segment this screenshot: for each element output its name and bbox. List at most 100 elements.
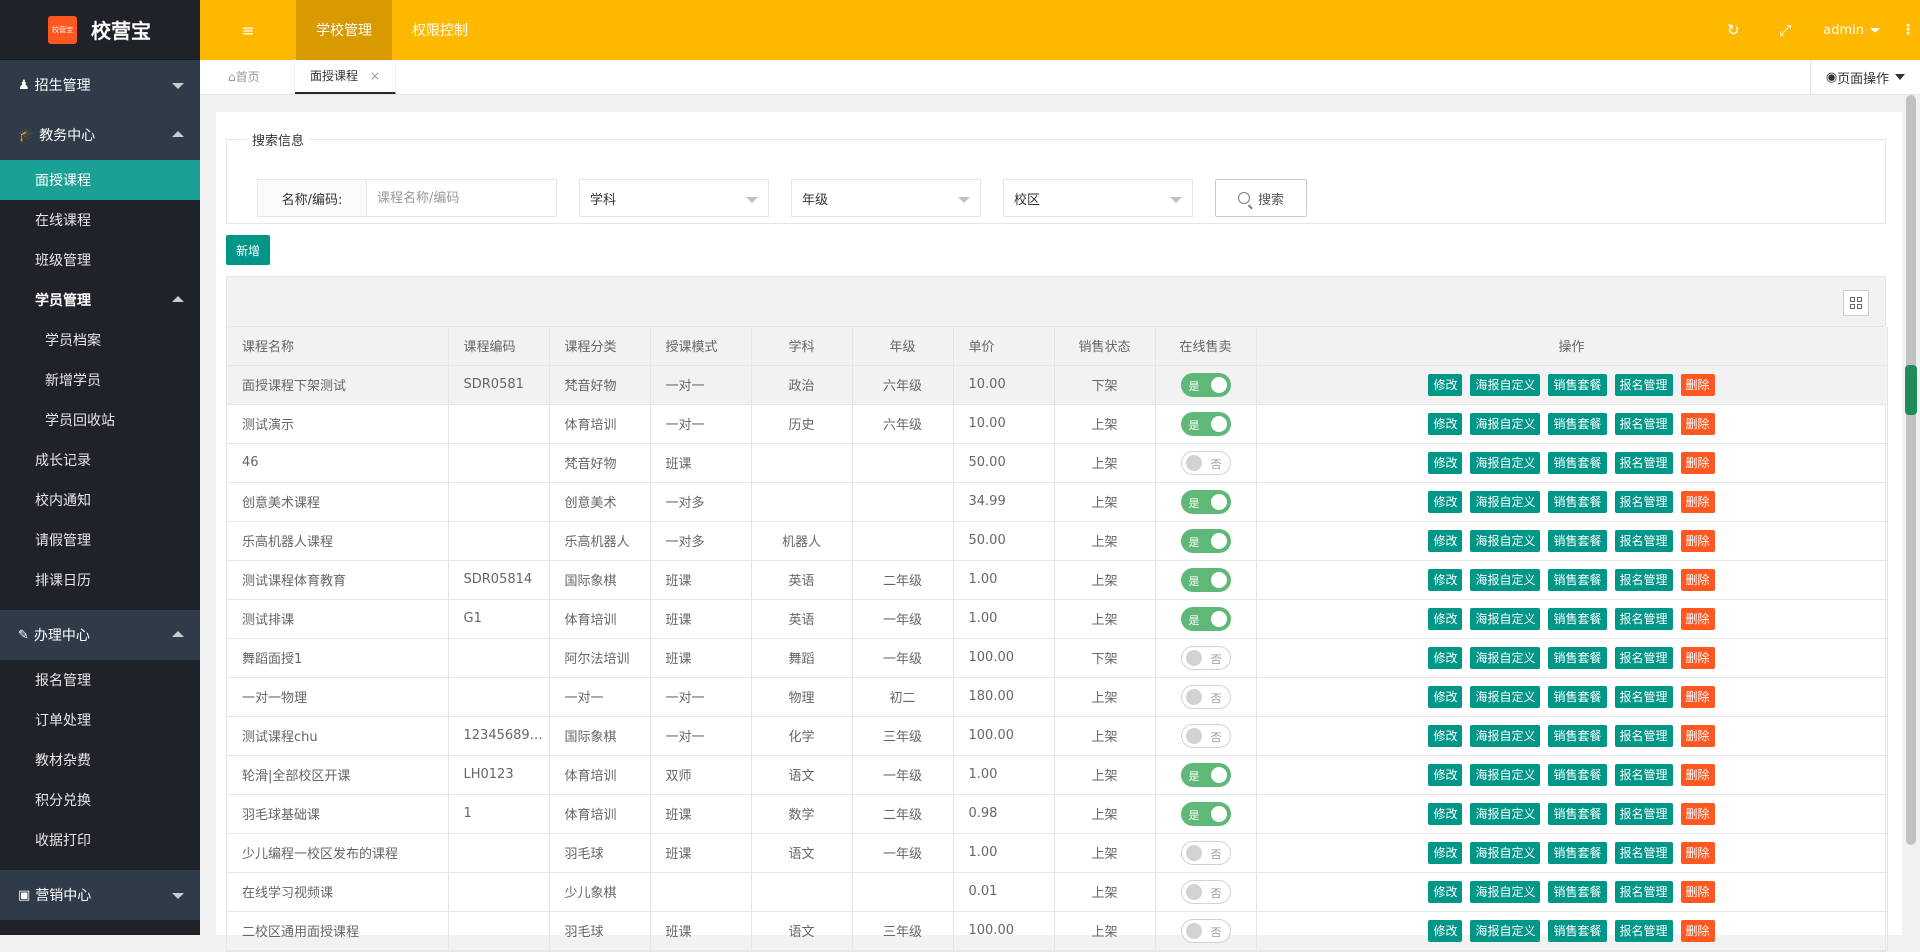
sidebar-item-calendar[interactable]: 排课日历 [0, 560, 200, 600]
sales-package-button[interactable]: 销售套餐 [1548, 646, 1607, 669]
edit-button[interactable]: 修改 [1428, 490, 1463, 513]
delete-button[interactable]: 删除 [1680, 373, 1715, 396]
search-button[interactable]: 搜索 [1215, 179, 1307, 217]
logo[interactable]: 校营宝 校营宝 [0, 0, 200, 60]
page-ops-dropdown[interactable]: ◉ 页面操作 [1810, 60, 1920, 94]
sidebar-item-receipt[interactable]: 收据打印 [0, 820, 200, 860]
tab-home[interactable]: ⌂ 首页 [200, 59, 295, 94]
user-menu[interactable]: admin [1811, 23, 1896, 38]
poster-custom-button[interactable]: 海报自定义 [1470, 568, 1541, 591]
online-sale-toggle[interactable]: 是 [1180, 606, 1231, 631]
poster-custom-button[interactable]: 海报自定义 [1470, 880, 1541, 903]
signup-mgmt-button[interactable]: 报名管理 [1614, 685, 1673, 708]
delete-button[interactable]: 删除 [1680, 646, 1715, 669]
sales-package-button[interactable]: 销售套餐 [1548, 841, 1607, 864]
subject-select[interactable]: 学科 [579, 179, 769, 217]
campus-select[interactable]: 校区 [1003, 179, 1193, 217]
more-vertical-icon[interactable]: ⋮ [1896, 22, 1920, 38]
delete-button[interactable]: 删除 [1680, 568, 1715, 591]
sidebar-item-face-course[interactable]: 面授课程 [0, 160, 200, 200]
signup-mgmt-button[interactable]: 报名管理 [1614, 919, 1673, 942]
online-sale-toggle[interactable]: 否 [1180, 723, 1231, 748]
tab-face-course[interactable]: 面授课程 × [295, 59, 397, 94]
sales-package-button[interactable]: 销售套餐 [1548, 412, 1607, 435]
signup-mgmt-button[interactable]: 报名管理 [1614, 607, 1673, 630]
delete-button[interactable]: 删除 [1680, 763, 1715, 786]
grade-select[interactable]: 年级 [791, 179, 981, 217]
fullscreen-icon[interactable]: ⤢ [1759, 21, 1811, 39]
edit-button[interactable]: 修改 [1428, 529, 1463, 552]
poster-custom-button[interactable]: 海报自定义 [1470, 763, 1541, 786]
sales-package-button[interactable]: 销售套餐 [1548, 919, 1607, 942]
poster-custom-button[interactable]: 海报自定义 [1470, 724, 1541, 747]
online-sale-toggle[interactable]: 是 [1180, 489, 1231, 514]
delete-button[interactable]: 删除 [1680, 880, 1715, 903]
nav-school-mgmt[interactable]: 学校管理 [296, 0, 392, 60]
sidebar-item-signup[interactable]: 报名管理 [0, 660, 200, 700]
poster-custom-button[interactable]: 海报自定义 [1470, 919, 1541, 942]
sidebar-item-leave[interactable]: 请假管理 [0, 520, 200, 560]
sidebar-item-growth[interactable]: 成长记录 [0, 440, 200, 480]
signup-mgmt-button[interactable]: 报名管理 [1614, 451, 1673, 474]
menu-toggle-icon[interactable]: ≡ [200, 0, 296, 60]
poster-custom-button[interactable]: 海报自定义 [1470, 490, 1541, 513]
columns-filter-icon[interactable] [1843, 290, 1869, 316]
delete-button[interactable]: 删除 [1680, 802, 1715, 825]
edit-button[interactable]: 修改 [1428, 412, 1463, 435]
sales-package-button[interactable]: 销售套餐 [1548, 373, 1607, 396]
scroll-thumb[interactable] [1906, 95, 1916, 845]
name-search-input[interactable] [367, 179, 557, 217]
online-sale-toggle[interactable]: 是 [1180, 528, 1231, 553]
menu-group-handling[interactable]: ✎ 办理中心 [0, 610, 200, 660]
signup-mgmt-button[interactable]: 报名管理 [1614, 880, 1673, 903]
edit-button[interactable]: 修改 [1428, 802, 1463, 825]
edit-button[interactable]: 修改 [1428, 763, 1463, 786]
sales-package-button[interactable]: 销售套餐 [1548, 880, 1607, 903]
poster-custom-button[interactable]: 海报自定义 [1470, 841, 1541, 864]
sidebar-item-student-mgmt[interactable]: 学员管理 [0, 280, 200, 320]
edit-button[interactable]: 修改 [1428, 646, 1463, 669]
sales-package-button[interactable]: 销售套餐 [1548, 490, 1607, 513]
sidebar-item-online-course[interactable]: 在线课程 [0, 200, 200, 240]
sidebar-item-student-file[interactable]: 学员档案 [0, 320, 200, 360]
sidebar-item-points[interactable]: 积分兑换 [0, 780, 200, 820]
sales-package-button[interactable]: 销售套餐 [1548, 685, 1607, 708]
delete-button[interactable]: 删除 [1680, 685, 1715, 708]
sidebar-item-student-recycle[interactable]: 学员回收站 [0, 400, 200, 440]
edit-button[interactable]: 修改 [1428, 880, 1463, 903]
edit-button[interactable]: 修改 [1428, 451, 1463, 474]
sales-package-button[interactable]: 销售套餐 [1548, 529, 1607, 552]
edit-button[interactable]: 修改 [1428, 841, 1463, 864]
edit-button[interactable]: 修改 [1428, 724, 1463, 747]
delete-button[interactable]: 删除 [1680, 724, 1715, 747]
sales-package-button[interactable]: 销售套餐 [1548, 451, 1607, 474]
delete-button[interactable]: 删除 [1680, 919, 1715, 942]
edit-button[interactable]: 修改 [1428, 607, 1463, 630]
signup-mgmt-button[interactable]: 报名管理 [1614, 763, 1673, 786]
edit-button[interactable]: 修改 [1428, 568, 1463, 591]
delete-button[interactable]: 删除 [1680, 451, 1715, 474]
sales-package-button[interactable]: 销售套餐 [1548, 568, 1607, 591]
online-sale-toggle[interactable]: 否 [1180, 450, 1231, 475]
signup-mgmt-button[interactable]: 报名管理 [1614, 412, 1673, 435]
poster-custom-button[interactable]: 海报自定义 [1470, 646, 1541, 669]
refresh-icon[interactable]: ↻ [1707, 21, 1759, 39]
vertical-scrollbar[interactable] [1902, 95, 1920, 935]
add-button[interactable]: 新增 [226, 235, 270, 265]
online-sale-toggle[interactable]: 否 [1180, 918, 1231, 943]
signup-mgmt-button[interactable]: 报名管理 [1614, 529, 1673, 552]
delete-button[interactable]: 删除 [1680, 412, 1715, 435]
poster-custom-button[interactable]: 海报自定义 [1470, 451, 1541, 474]
online-sale-toggle[interactable]: 是 [1180, 372, 1231, 397]
signup-mgmt-button[interactable]: 报名管理 [1614, 646, 1673, 669]
menu-group-enrollment[interactable]: ♟ 招生管理 [0, 60, 200, 110]
signup-mgmt-button[interactable]: 报名管理 [1614, 841, 1673, 864]
delete-button[interactable]: 删除 [1680, 529, 1715, 552]
signup-mgmt-button[interactable]: 报名管理 [1614, 490, 1673, 513]
online-sale-toggle[interactable]: 否 [1180, 879, 1231, 904]
poster-custom-button[interactable]: 海报自定义 [1470, 373, 1541, 396]
sidebar-item-notice[interactable]: 校内通知 [0, 480, 200, 520]
poster-custom-button[interactable]: 海报自定义 [1470, 607, 1541, 630]
online-sale-toggle[interactable]: 是 [1180, 567, 1231, 592]
nav-permission[interactable]: 权限控制 [392, 0, 488, 60]
